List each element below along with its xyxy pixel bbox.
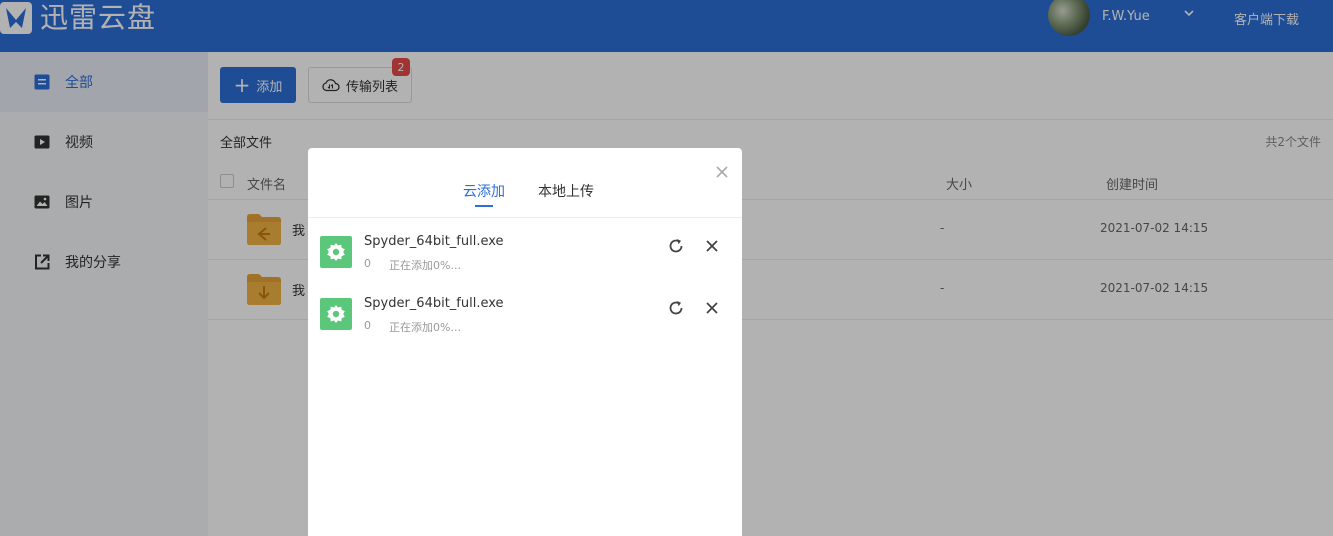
task-file-name: Spyder_64bit_full.exe [364,234,504,249]
task-size: 0 [364,257,371,270]
task-file-name: Spyder_64bit_full.exe [364,296,504,311]
task-status: 正在添加0%... [389,259,461,272]
task-size: 0 [364,319,371,332]
file-gear-icon [320,236,352,268]
close-icon[interactable] [714,164,730,180]
task-item: Spyder_64bit_full.exe 0 正在添加0%... [308,280,742,342]
tab-local-upload[interactable]: 本地上传 [538,181,594,201]
add-task-dialog: 云添加 本地上传 Spyder_64bit_full.exe 0 正在添加0%.… [308,148,742,536]
active-tab-indicator [475,205,493,207]
refresh-icon[interactable] [666,236,686,256]
close-icon[interactable] [704,238,720,254]
file-gear-icon [320,298,352,330]
task-item: Spyder_64bit_full.exe 0 正在添加0%... [308,218,742,280]
tab-cloud-add[interactable]: 云添加 [463,181,505,201]
refresh-icon[interactable] [666,298,686,318]
close-icon[interactable] [704,300,720,316]
dialog-tabs: 云添加 本地上传 [308,148,742,218]
task-status: 正在添加0%... [389,321,461,334]
